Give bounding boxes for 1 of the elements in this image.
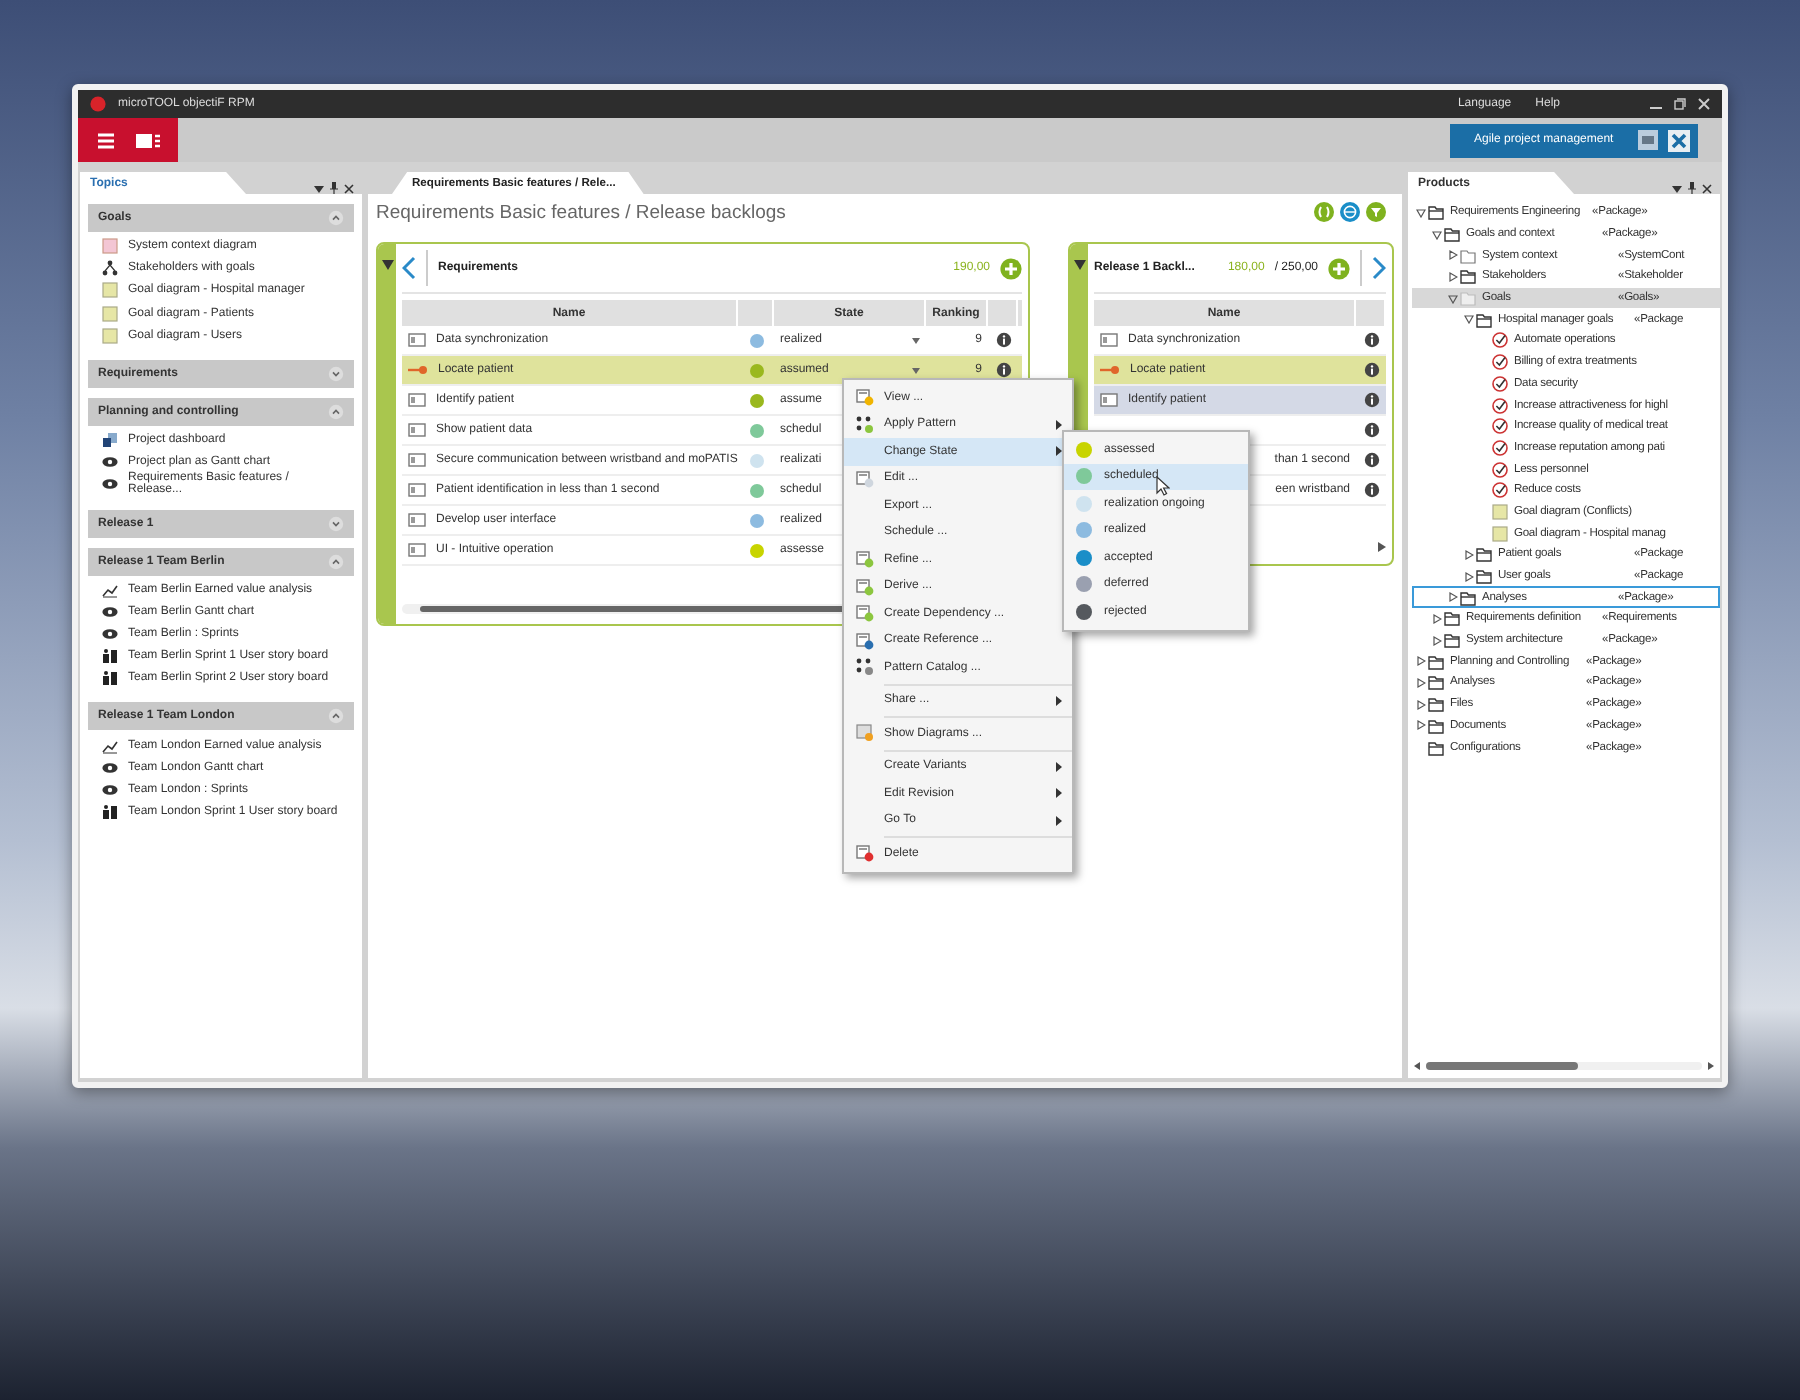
page-heading: Requirements Basic features / Release backlogs — [376, 201, 788, 223]
